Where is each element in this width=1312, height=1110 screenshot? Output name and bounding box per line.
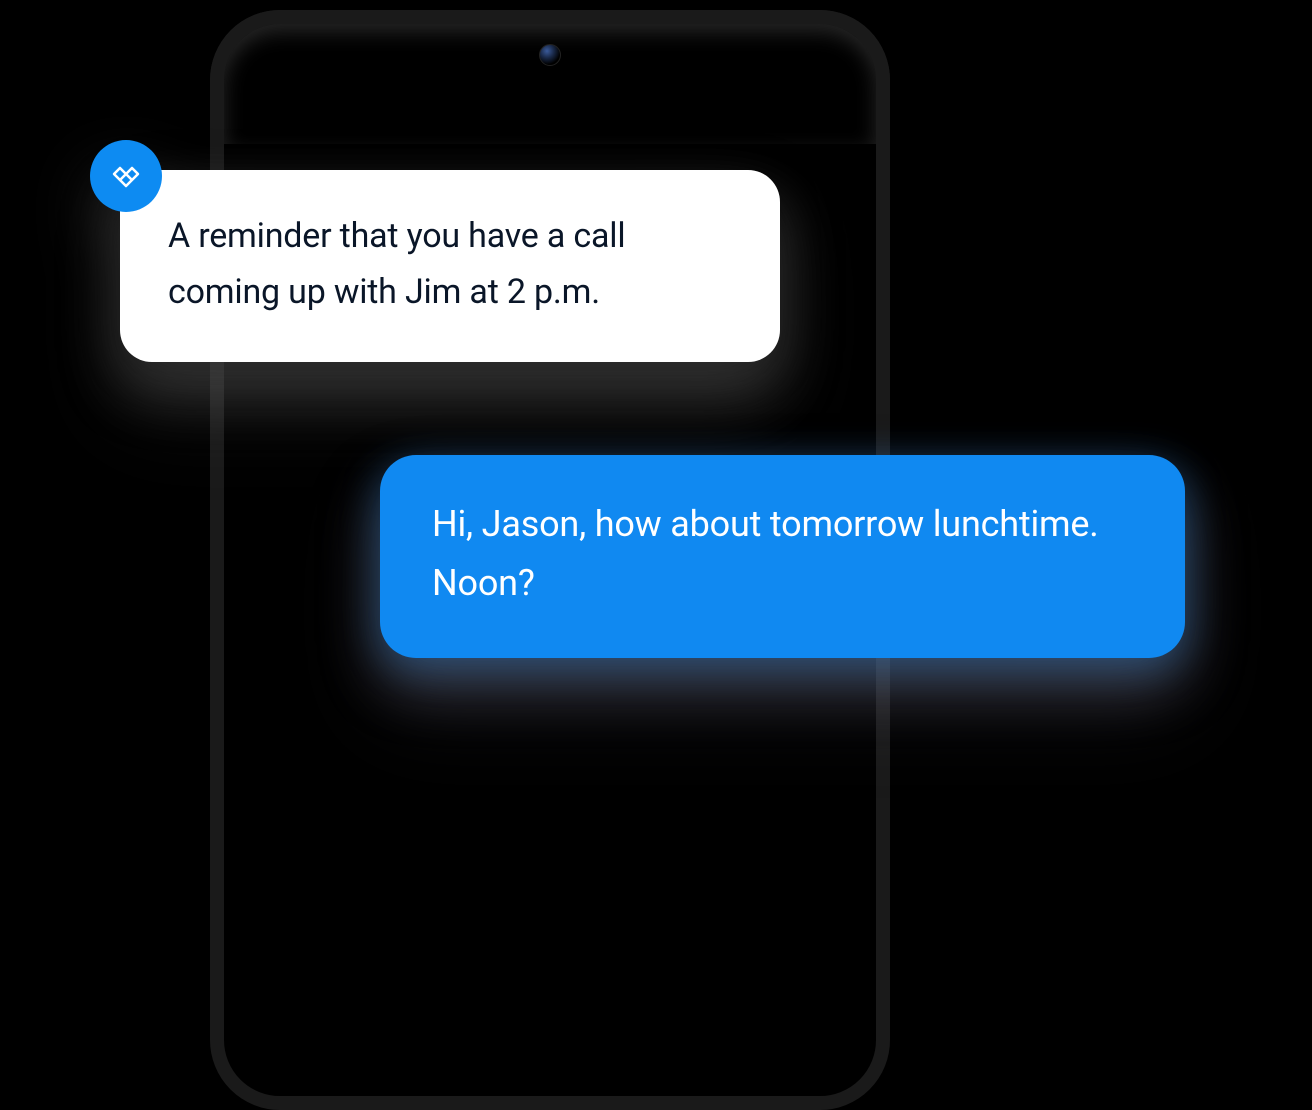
assistant-badge-icon <box>90 140 162 212</box>
chat-conversation: A reminder that you have a call coming u… <box>0 0 1312 995</box>
assistant-message-text: A reminder that you have a call coming u… <box>168 208 736 320</box>
user-reply-text: Hi, Jason, how about tomorrow lunchtime.… <box>432 495 1137 614</box>
assistant-message-bubble[interactable]: A reminder that you have a call coming u… <box>120 170 780 362</box>
user-reply-bubble[interactable]: Hi, Jason, how about tomorrow lunchtime.… <box>380 455 1185 658</box>
